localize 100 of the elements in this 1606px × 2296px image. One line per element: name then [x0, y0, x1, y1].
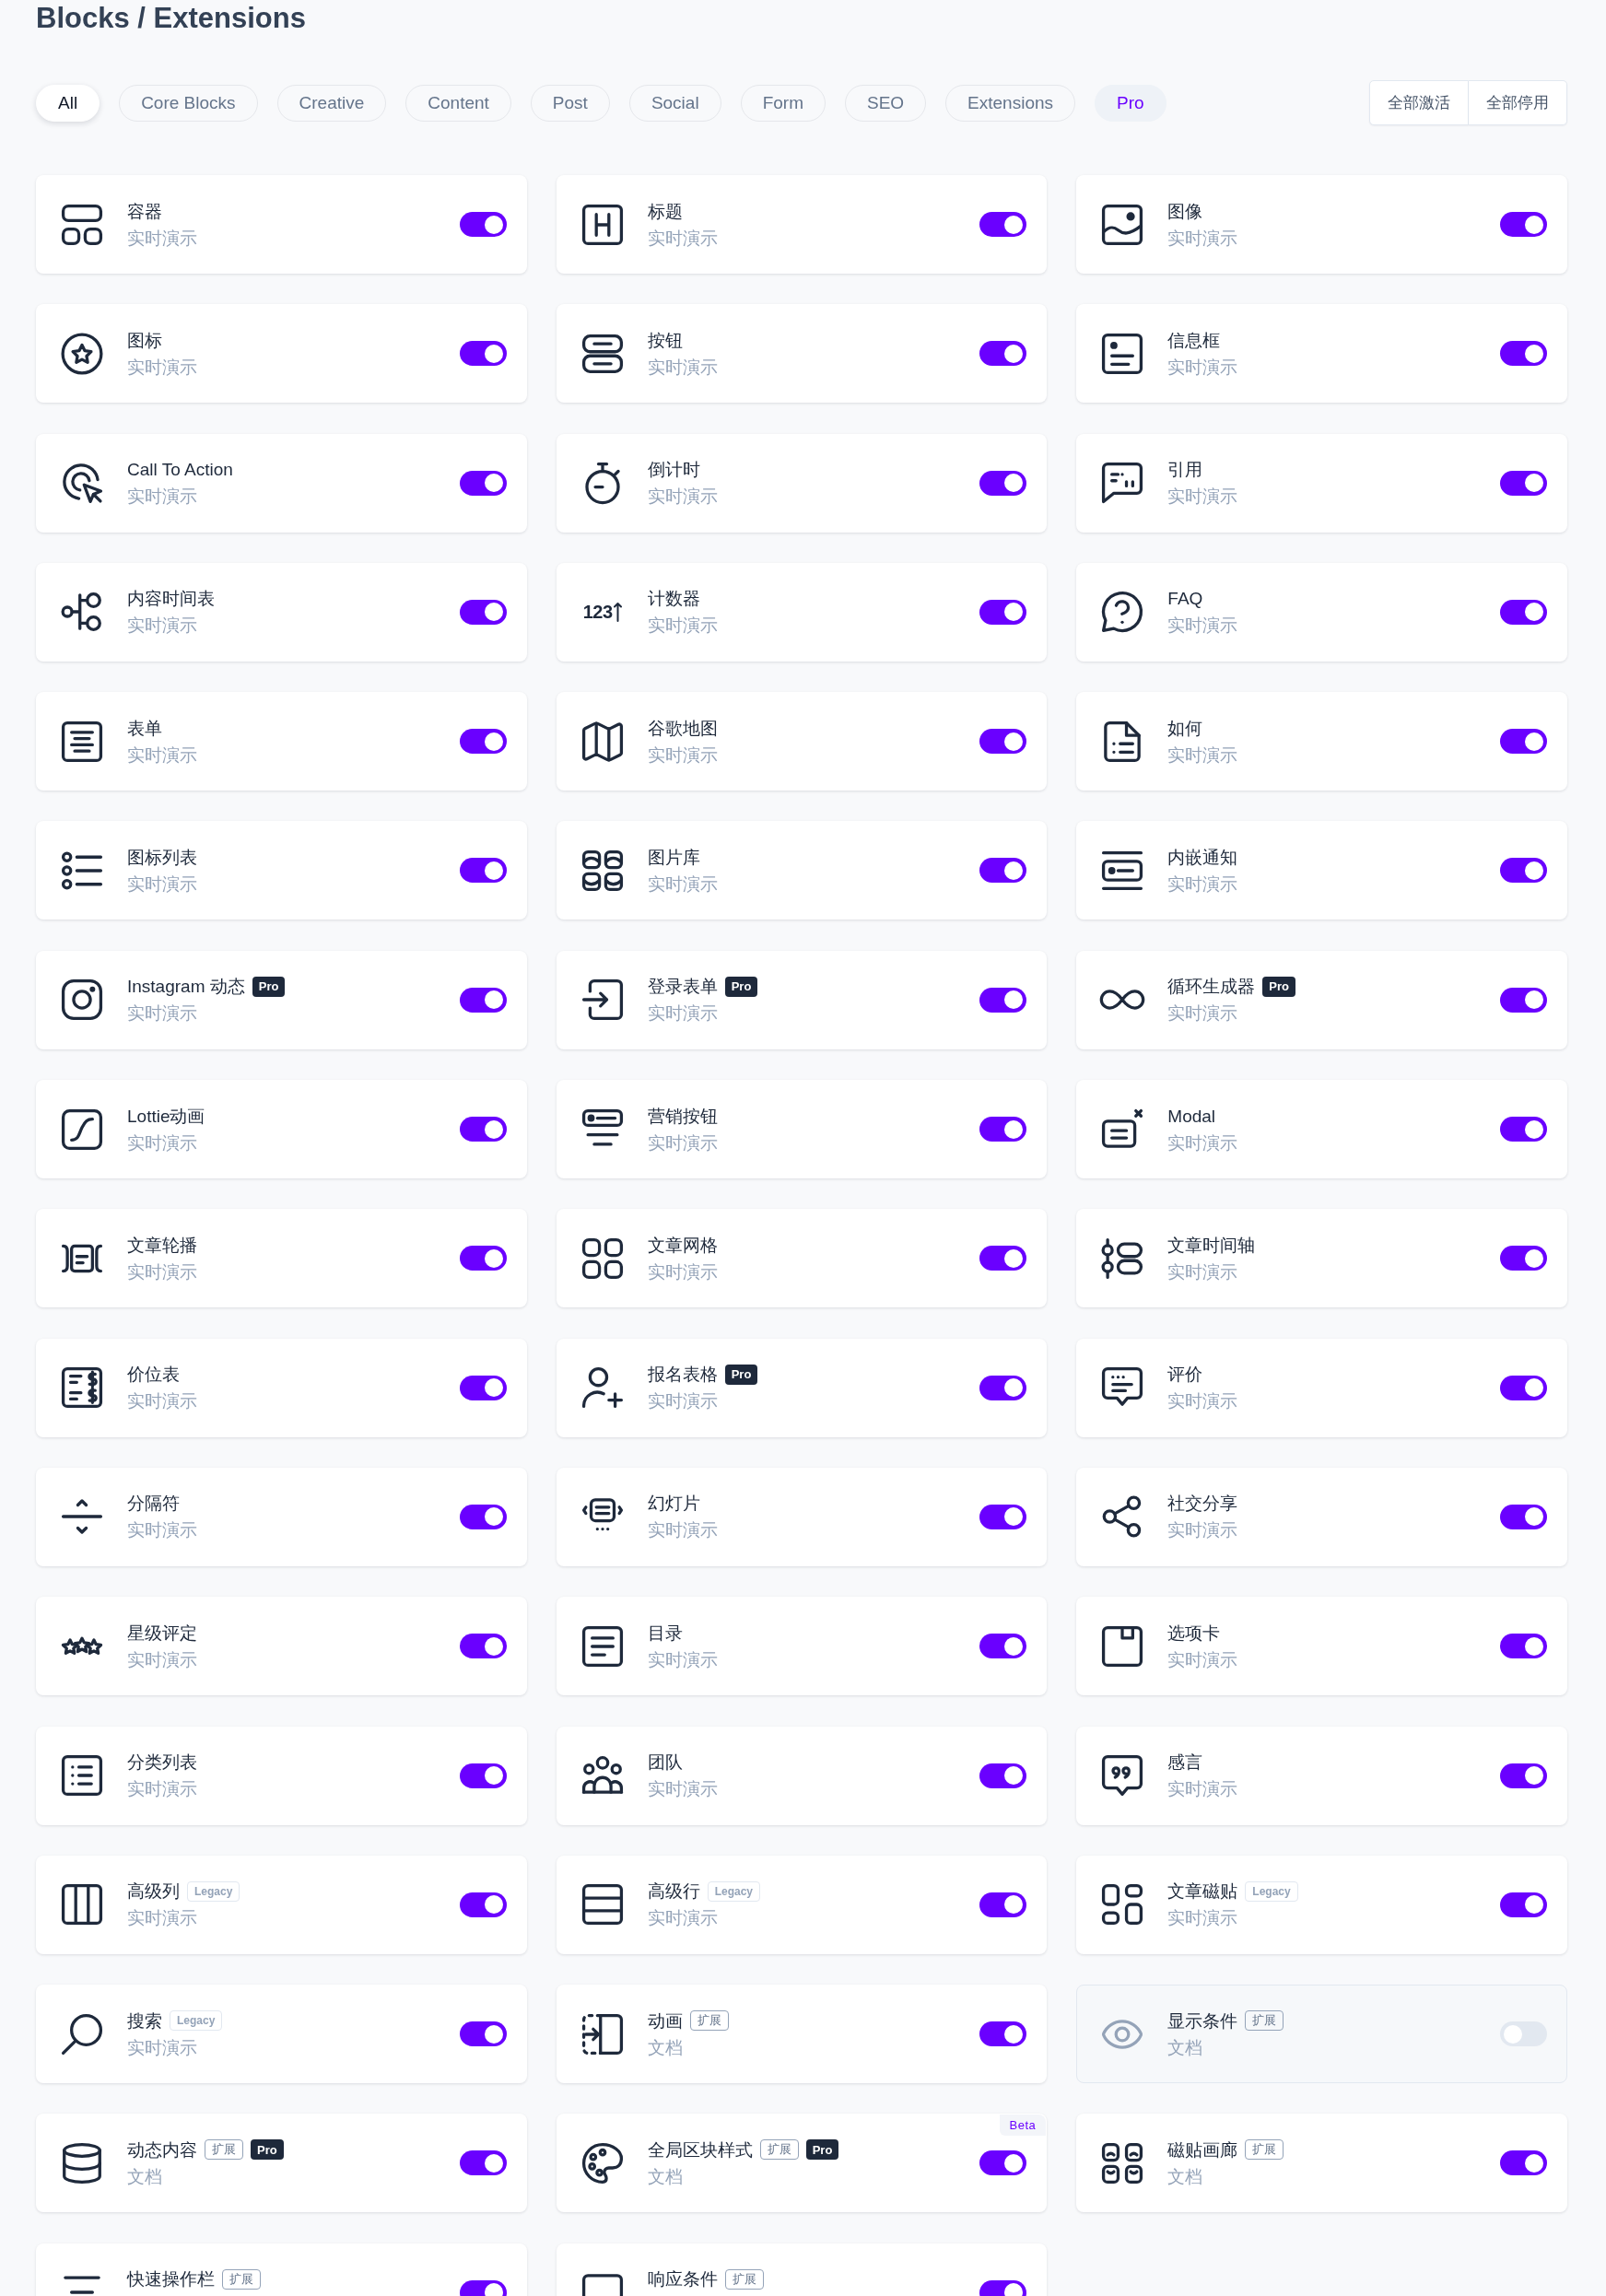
subtitle-link[interactable]: 实时演示: [127, 612, 197, 639]
toggle-switch[interactable]: [1500, 2021, 1547, 2047]
toggle-switch[interactable]: [979, 729, 1027, 755]
subtitle-link[interactable]: 实时演示: [647, 483, 718, 510]
toggle-switch[interactable]: [979, 987, 1027, 1013]
toggle-switch[interactable]: [979, 1504, 1027, 1529]
subtitle-link[interactable]: 实时演示: [1167, 1000, 1238, 1027]
subtitle-link[interactable]: 实时演示: [127, 2033, 197, 2061]
subtitle-link[interactable]: 实时演示: [127, 1904, 197, 1932]
subtitle-link[interactable]: 实时演示: [127, 1517, 197, 1544]
toggle-switch[interactable]: [1500, 1634, 1547, 1659]
toggle-switch[interactable]: [1500, 1504, 1547, 1529]
subtitle-link[interactable]: 实时演示: [127, 353, 197, 381]
toggle-switch[interactable]: [979, 2150, 1027, 2176]
subtitle-link[interactable]: 实时演示: [1167, 353, 1238, 381]
subtitle-link[interactable]: 实时演示: [1167, 483, 1238, 510]
toggle-switch[interactable]: [1500, 212, 1547, 237]
toggle-switch[interactable]: [459, 2150, 507, 2176]
toggle-switch[interactable]: [459, 1246, 507, 1271]
toggle-switch[interactable]: [1500, 341, 1547, 367]
subtitle-link[interactable]: 实时演示: [1167, 1388, 1238, 1415]
subtitle-link[interactable]: 实时演示: [647, 224, 718, 252]
subtitle-link[interactable]: 实时演示: [127, 871, 197, 897]
toggle-switch[interactable]: [459, 1504, 507, 1529]
subtitle-link[interactable]: 实时演示: [647, 871, 718, 897]
toggle-switch[interactable]: [459, 1117, 507, 1142]
toggle-switch[interactable]: [979, 858, 1027, 884]
subtitle-link[interactable]: 实时演示: [647, 1646, 718, 1673]
subtitle-link[interactable]: 文档: [1167, 2033, 1203, 2061]
subtitle-link[interactable]: 实时演示: [127, 224, 197, 252]
filter-tab[interactable]: All: [36, 84, 100, 122]
subtitle-link[interactable]: 实时演示: [647, 612, 718, 639]
subtitle-link[interactable]: 实时演示: [127, 741, 197, 768]
subtitle-link[interactable]: 实时演示: [1167, 1646, 1238, 1673]
toggle-switch[interactable]: [459, 1763, 507, 1788]
toggle-switch[interactable]: [979, 2021, 1027, 2047]
toggle-switch[interactable]: [1500, 1117, 1547, 1142]
toggle-switch[interactable]: [459, 212, 507, 237]
subtitle-link[interactable]: 文档: [647, 2162, 683, 2190]
toggle-switch[interactable]: [1500, 729, 1547, 755]
toggle-switch[interactable]: [459, 1892, 507, 1917]
subtitle-link[interactable]: 实时演示: [647, 1904, 718, 1932]
subtitle-link[interactable]: 文档: [647, 2033, 683, 2061]
toggle-switch[interactable]: [459, 1634, 507, 1659]
subtitle-link[interactable]: 实时演示: [1167, 1517, 1238, 1544]
subtitle-link[interactable]: 实时演示: [647, 741, 718, 768]
toggle-switch[interactable]: [1500, 1246, 1547, 1271]
subtitle-link[interactable]: 实时演示: [647, 1388, 718, 1415]
toggle-switch[interactable]: [459, 599, 507, 625]
subtitle-link[interactable]: 文档: [127, 2162, 162, 2190]
toggle-switch[interactable]: [1500, 1375, 1547, 1400]
toggle-switch[interactable]: [1500, 599, 1547, 625]
toggle-switch[interactable]: [1500, 470, 1547, 496]
subtitle-link[interactable]: 实时演示: [127, 483, 197, 510]
toggle-switch[interactable]: [459, 729, 507, 755]
toggle-switch[interactable]: [459, 858, 507, 884]
bulk-action-button[interactable]: 全部激活: [1369, 80, 1469, 125]
subtitle-link[interactable]: 实时演示: [1167, 871, 1238, 897]
subtitle-link[interactable]: 实时演示: [127, 1388, 197, 1415]
subtitle-link[interactable]: 文档: [1167, 2162, 1203, 2190]
toggle-switch[interactable]: [1500, 1892, 1547, 1917]
toggle-switch[interactable]: [459, 2021, 507, 2047]
subtitle-link[interactable]: 实时演示: [647, 1000, 718, 1027]
subtitle-link[interactable]: 实时演示: [647, 353, 718, 381]
toggle-switch[interactable]: [979, 212, 1027, 237]
subtitle-link[interactable]: 实时演示: [1167, 741, 1238, 768]
toggle-switch[interactable]: [979, 470, 1027, 496]
toggle-switch[interactable]: [459, 341, 507, 367]
toggle-switch[interactable]: [979, 1892, 1027, 1917]
subtitle-link[interactable]: 实时演示: [127, 1775, 197, 1803]
toggle-switch[interactable]: [1500, 987, 1547, 1013]
toggle-switch[interactable]: [1500, 1763, 1547, 1788]
toggle-switch[interactable]: [459, 987, 507, 1013]
toggle-switch[interactable]: [1500, 858, 1547, 884]
subtitle-link[interactable]: 实时演示: [127, 1129, 197, 1156]
subtitle-link[interactable]: 实时演示: [647, 1775, 718, 1803]
subtitle-link[interactable]: 实时演示: [127, 1258, 197, 1285]
filter-tab[interactable]: Pro: [1095, 84, 1166, 122]
subtitle-link[interactable]: 实时演示: [127, 1646, 197, 1673]
toggle-switch[interactable]: [979, 1634, 1027, 1659]
subtitle-link[interactable]: 实时演示: [1167, 1775, 1238, 1803]
subtitle-link[interactable]: 实时演示: [1167, 1904, 1238, 1932]
toggle-switch[interactable]: [979, 341, 1027, 367]
subtitle-link[interactable]: 实时演示: [1167, 1129, 1238, 1156]
toggle-switch[interactable]: [979, 1763, 1027, 1788]
subtitle-link[interactable]: 实时演示: [1167, 612, 1238, 639]
subtitle-link[interactable]: 实时演示: [1167, 1258, 1238, 1285]
subtitle-link[interactable]: 实时演示: [647, 1258, 718, 1285]
subtitle-link[interactable]: 实时演示: [647, 1129, 718, 1156]
toggle-switch[interactable]: [979, 1375, 1027, 1400]
subtitle-link[interactable]: 实时演示: [647, 1517, 718, 1544]
toggle-switch[interactable]: [979, 1246, 1027, 1271]
subtitle-link[interactable]: 实时演示: [1167, 224, 1238, 252]
toggle-switch[interactable]: [1500, 2150, 1547, 2176]
toggle-switch[interactable]: [459, 1375, 507, 1400]
toggle-switch[interactable]: [459, 470, 507, 496]
toggle-switch[interactable]: [979, 599, 1027, 625]
toggle-switch[interactable]: [979, 1117, 1027, 1142]
subtitle-link[interactable]: 实时演示: [127, 1000, 197, 1027]
bulk-action-button[interactable]: 全部停用: [1469, 80, 1567, 125]
